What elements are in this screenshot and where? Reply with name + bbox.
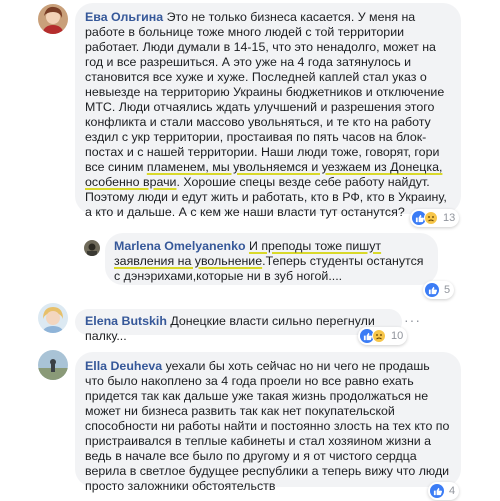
reactions-badge[interactable]: 13 (410, 209, 460, 227)
comment-bubble: Ella Deuheva уехали бы хоть сейчас но ни… (75, 352, 461, 493)
comment-author[interactable]: Ella Deuheva (85, 359, 162, 373)
avatar-elena[interactable] (38, 303, 68, 333)
like-icon (425, 283, 439, 297)
more-options-icon[interactable]: ··· (404, 312, 421, 328)
reaction-count: 10 (391, 330, 404, 342)
comment-text: уехали бы хоть сейчас но ни чего не прод… (85, 359, 450, 493)
reactions-badge[interactable]: 4 (428, 482, 460, 500)
sad-icon (372, 329, 386, 343)
reactions-badge[interactable]: 5 (423, 281, 455, 299)
comment-author[interactable]: Marlena Omelyanenko (114, 239, 246, 253)
reply-bubble: Marlena Omelyanenko И преподы тоже пишут… (105, 233, 438, 285)
reaction-count: 4 (449, 485, 456, 497)
comment-bubble: Elena Butskih Донецкие власти сильно пер… (75, 309, 402, 343)
avatar-marlena[interactable] (84, 240, 100, 256)
avatar-eva[interactable] (38, 4, 68, 34)
comment-author[interactable]: Elena Butskih (85, 314, 167, 328)
sad-icon (424, 211, 438, 225)
reactions-badge[interactable]: 10 (358, 327, 408, 345)
reaction-count: 5 (444, 284, 451, 296)
avatar-ella[interactable] (38, 350, 68, 380)
comment-text: Это не только бизнеса касается. У меня н… (85, 10, 445, 174)
like-icon (430, 484, 444, 498)
comment-author[interactable]: Ева Ольгина (85, 10, 163, 24)
reaction-count: 13 (443, 212, 456, 224)
comment-bubble: Ева Ольгина Это не только бизнеса касает… (75, 3, 461, 219)
